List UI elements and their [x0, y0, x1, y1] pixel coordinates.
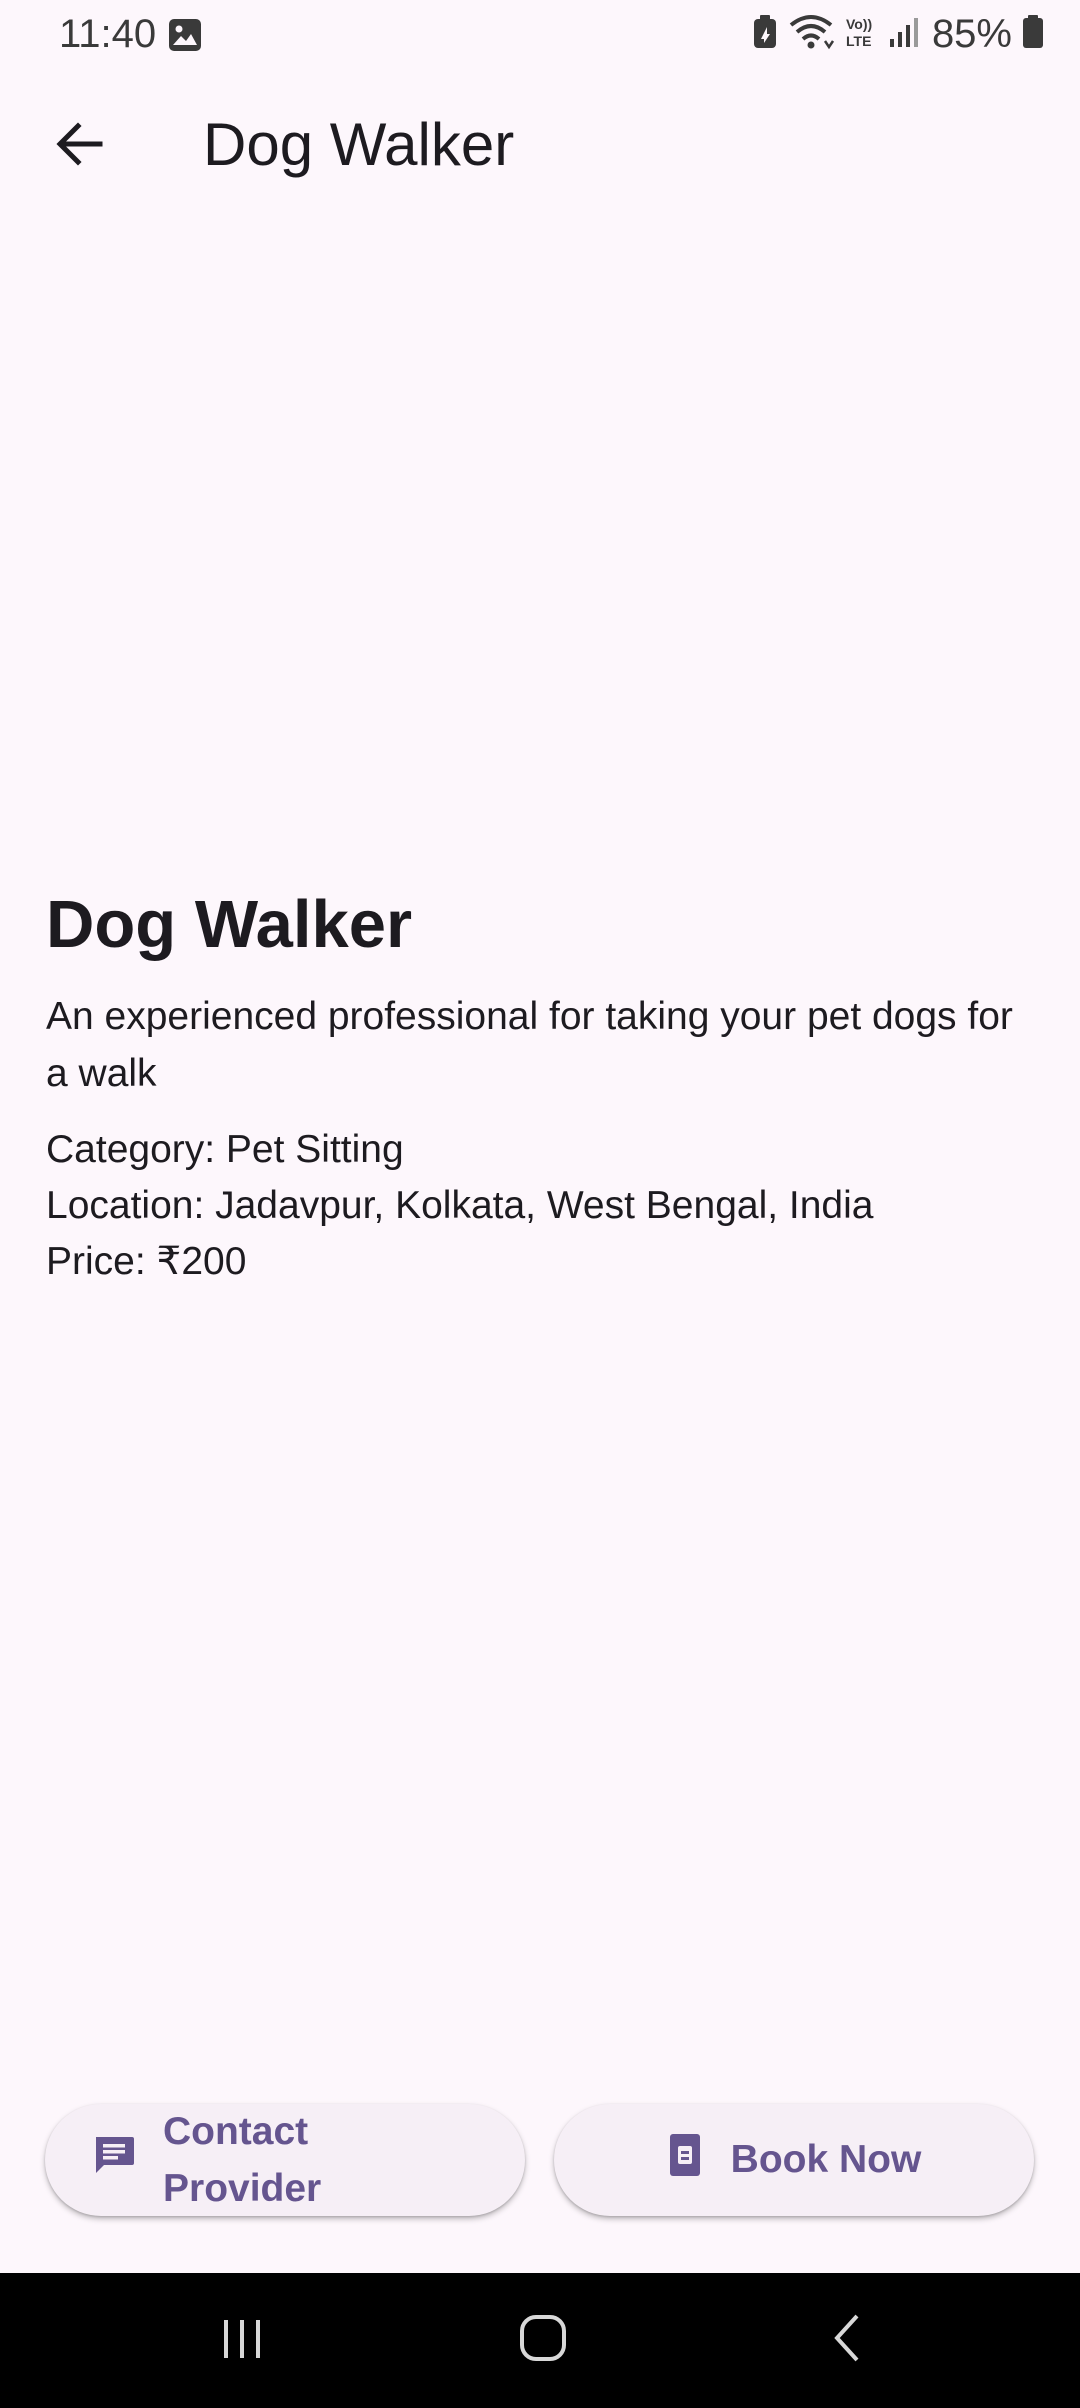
- battery-saver-icon: [752, 14, 778, 54]
- contact-provider-button[interactable]: Contact Provider: [45, 2104, 525, 2216]
- service-description: An experienced professional for taking y…: [46, 995, 1013, 1095]
- volte-icon: Vo)) LTE: [844, 14, 878, 55]
- recents-button[interactable]: [152, 2273, 332, 2408]
- system-back-button[interactable]: [757, 2273, 937, 2408]
- svg-text:Vo)): Vo)): [846, 16, 872, 32]
- book-now-label: Book Now: [730, 2138, 922, 2181]
- contact-provider-label: Contact Provider: [163, 2103, 321, 2217]
- book-icon: [667, 2132, 703, 2188]
- battery-icon: [1022, 14, 1044, 54]
- chat-icon: [91, 2132, 137, 2188]
- signal-icon: [888, 15, 922, 54]
- back-button[interactable]: [40, 106, 120, 186]
- status-bar: 11:40 Vo)) LTE 85%: [0, 0, 1080, 70]
- service-location: Location: Jadavpur, Kolkata, West Bengal…: [46, 1184, 874, 1227]
- contact-label-line1: Contact: [163, 2110, 309, 2153]
- image-icon: [168, 18, 202, 52]
- top-app-bar: Dog Walker: [0, 88, 1080, 208]
- svg-text:LTE: LTE: [846, 33, 871, 49]
- home-button[interactable]: [453, 2273, 633, 2408]
- recents-icon: [218, 2314, 266, 2367]
- service-info: Category: Pet Sitting Location: Jadavpur…: [46, 1122, 1036, 1290]
- arrow-back-icon: [54, 118, 106, 175]
- app-bar-title: Dog Walker: [203, 111, 515, 178]
- back-icon: [827, 2312, 867, 2369]
- service-title: Dog Walker: [46, 887, 413, 962]
- book-now-button[interactable]: Book Now: [554, 2104, 1034, 2216]
- service-category: Category: Pet Sitting: [46, 1128, 404, 1171]
- service-price: Price: ₹200: [46, 1240, 247, 1283]
- service-details: Dog Walker An experienced professional f…: [46, 880, 1036, 1290]
- status-time: 11:40: [59, 12, 157, 56]
- contact-label-line2: Provider: [163, 2167, 322, 2210]
- status-icons: Vo)) LTE 85%: [752, 12, 1044, 56]
- battery-percentage: 85%: [931, 11, 1012, 56]
- wifi-icon: [788, 13, 834, 56]
- system-navigation-bar: [0, 2273, 1080, 2408]
- home-icon: [517, 2312, 569, 2369]
